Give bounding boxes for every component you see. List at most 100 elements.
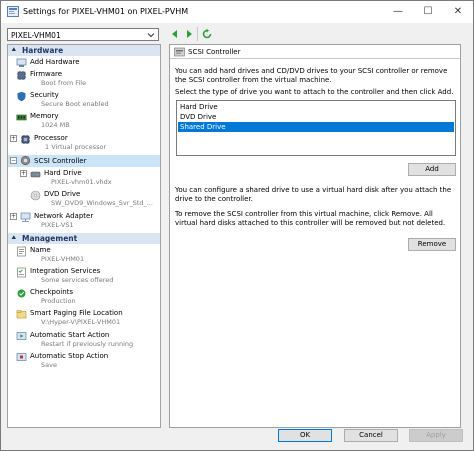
cancel-button[interactable]: Cancel [344, 429, 398, 442]
tree-item-label: Automatic Start Action [30, 331, 110, 339]
apply-button[interactable]: Apply [409, 429, 463, 442]
tree-item-label: Firmware [30, 70, 63, 78]
management-section-header[interactable]: ⯅ Management [8, 233, 160, 244]
tree-item-detail: PIXEL-vhm01.vhdx [51, 178, 112, 186]
auto-stop-icon [16, 353, 27, 361]
collapse-minus-icon[interactable]: − [10, 157, 17, 164]
window-title: Settings for PIXEL-VHM01 on PIXEL-PVHM [23, 7, 189, 16]
expand-plus-icon[interactable]: + [20, 170, 27, 177]
collapse-arrow-icon: ⯅ [11, 234, 17, 242]
drive-option-shared-drive[interactable]: Shared Drive [178, 122, 454, 132]
tree-item-label: Hard Drive [44, 169, 82, 177]
expand-plus-icon[interactable]: + [10, 213, 17, 220]
select-prompt-text: Select the type of drive you want to att… [175, 88, 454, 96]
tree-item-add-hardware[interactable]: Add Hardware [8, 57, 160, 68]
hardware-section-header[interactable]: ⯅ Hardware [8, 45, 160, 56]
tree-item-label: Add Hardware [30, 58, 80, 66]
tree-item-integration-services[interactable]: Integration Services Some services offer… [8, 266, 160, 286]
scsi-controller-icon [20, 155, 31, 166]
tree-item-automatic-start-action[interactable]: Automatic Start Action Restart if previo… [8, 330, 160, 350]
close-button[interactable]: ✕ [443, 1, 473, 23]
intro-text: You can add hard drives and CD/DVD drive… [175, 67, 448, 84]
tree-item-processor[interactable]: + Processor 1 Virtual processor [8, 133, 160, 153]
tree-item-automatic-stop-action[interactable]: Automatic Stop Action Save [8, 351, 160, 371]
settings-tree: ⯅ Hardware Add Hardware Firmware Boot fr… [7, 44, 161, 428]
tree-item-dvd-drive[interactable]: DVD Drive SW_DVD9_Windows_Svr_Std_... [8, 189, 160, 209]
collapse-arrow-icon: ⯅ [11, 46, 17, 54]
chevron-down-icon [147, 33, 155, 38]
tree-item-detail: Production [41, 297, 76, 305]
tree-item-smart-paging[interactable]: Smart Paging File Location V:\Hyper-V\PI… [8, 308, 160, 328]
refresh-icon[interactable] [201, 28, 213, 40]
details-panel: SCSI Controller You can add hard drives … [169, 44, 461, 428]
tree-item-detail: PIXEL-VS1 [41, 221, 74, 229]
minimize-button[interactable]: — [383, 1, 413, 23]
tree-item-detail: PIXEL-VHM01 [41, 255, 85, 263]
tree-item-security[interactable]: Security Secure Boot enabled [8, 90, 160, 110]
drive-type-listbox[interactable]: Hard Drive DVD Drive Shared Drive [176, 100, 456, 156]
settings-window: Settings for PIXEL-VHM01 on PIXEL-PVHM —… [0, 0, 474, 451]
tree-item-detail: Save [41, 361, 57, 369]
expand-plus-icon[interactable]: + [10, 135, 17, 142]
tree-item-label: DVD Drive [44, 190, 81, 198]
vm-selector-dropdown[interactable]: PIXEL-VHM01 [7, 28, 159, 41]
title-bar: Settings for PIXEL-VHM01 on PIXEL-PVHM —… [1, 1, 473, 23]
maximize-button[interactable]: ☐ [413, 1, 443, 23]
network-adapter-icon [20, 212, 31, 222]
firmware-icon [17, 71, 26, 80]
settings-app-icon [7, 6, 19, 17]
dvd-drive-icon [30, 190, 41, 201]
tree-item-label: Memory [30, 112, 59, 120]
drive-option-hard-drive[interactable]: Hard Drive [178, 102, 454, 112]
tree-item-label: Checkpoints [30, 288, 74, 296]
tree-item-label: Integration Services [30, 267, 101, 275]
toolbar-separator [197, 27, 198, 41]
memory-icon [16, 114, 27, 121]
tree-item-label: Automatic Stop Action [30, 352, 109, 360]
tree-item-network-adapter[interactable]: + Network Adapter PIXEL-VS1 [8, 211, 160, 231]
tree-item-detail: SW_DVD9_Windows_Svr_Std_... [51, 199, 153, 207]
tree-item-label: SCSI Controller [34, 157, 87, 165]
hard-drive-icon [30, 171, 41, 178]
tree-item-label: Name [30, 246, 51, 254]
tree-item-memory[interactable]: Memory 1024 MB [8, 111, 160, 131]
remove-button[interactable]: Remove [408, 238, 456, 251]
hardware-section-label: Hardware [22, 46, 64, 55]
tree-item-detail: Some services offered [41, 276, 114, 284]
tree-item-hard-drive[interactable]: + Hard Drive PIXEL-vhm01.vhdx [8, 168, 160, 188]
ok-button[interactable]: OK [278, 429, 332, 442]
scsi-controller-icon [174, 47, 185, 57]
green-left-arrow-icon[interactable] [169, 28, 181, 40]
shared-drive-text: You can configure a shared drive to use … [175, 186, 452, 203]
tree-item-detail: Secure Boot enabled [41, 100, 109, 108]
tree-item-label: Smart Paging File Location [30, 309, 123, 317]
add-button[interactable]: Add [408, 163, 456, 176]
tree-item-firmware[interactable]: Firmware Boot from File [8, 69, 160, 89]
name-icon [17, 246, 26, 257]
tree-item-detail: 1 Virtual processor [45, 143, 107, 151]
remove-controller-text: To remove the SCSI controller from this … [175, 210, 446, 227]
tree-item-label: Security [30, 91, 59, 99]
management-section-label: Management [22, 234, 78, 243]
green-right-arrow-icon[interactable] [183, 28, 195, 40]
auto-start-icon [16, 332, 27, 340]
processor-icon [21, 135, 30, 144]
vm-selector-value: PIXEL-VHM01 [11, 31, 61, 40]
tree-item-name[interactable]: Name PIXEL-VHM01 [8, 245, 160, 265]
checkpoints-icon [17, 289, 26, 298]
panel-title: SCSI Controller [188, 48, 241, 56]
add-hardware-icon [16, 58, 27, 67]
security-shield-icon [17, 91, 26, 102]
panel-header: SCSI Controller [170, 45, 460, 59]
tree-item-scsi-controller[interactable]: − SCSI Controller [8, 155, 160, 167]
tree-item-checkpoints[interactable]: Checkpoints Production [8, 287, 160, 307]
tree-item-detail: 1024 MB [41, 121, 70, 129]
integration-services-icon [17, 267, 26, 278]
tree-item-label: Processor [34, 134, 68, 142]
tree-item-detail: Restart if previously running [41, 340, 134, 348]
tree-item-label: Network Adapter [34, 212, 94, 220]
tree-item-detail: Boot from File [41, 79, 87, 87]
smart-paging-icon [16, 310, 27, 319]
tree-item-detail: V:\Hyper-V\PIXEL-VHM01 [41, 318, 121, 326]
drive-option-dvd-drive[interactable]: DVD Drive [178, 112, 454, 122]
